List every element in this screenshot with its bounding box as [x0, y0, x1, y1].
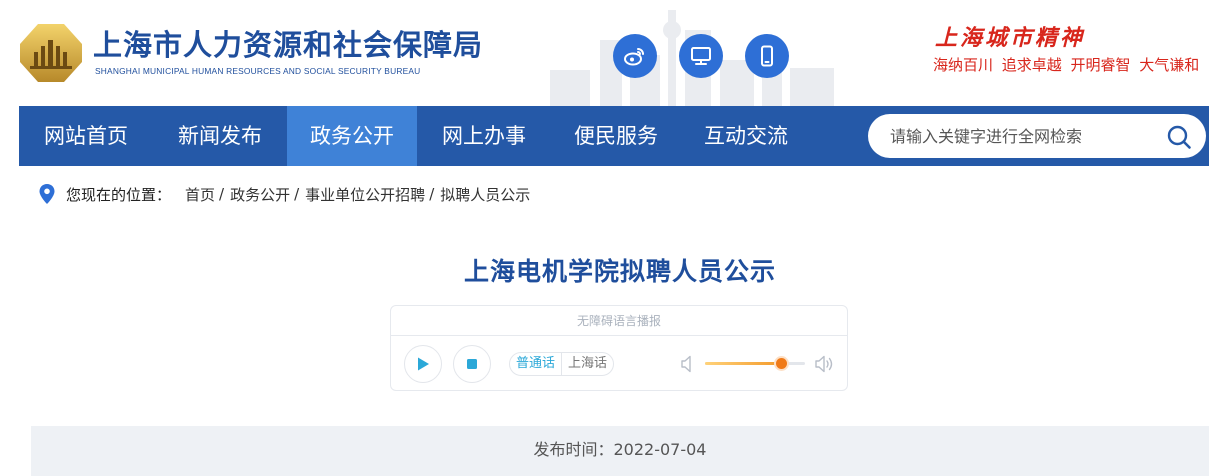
breadcrumb-home[interactable]: 首页: [185, 184, 215, 205]
breadcrumb-government-affairs[interactable]: 政务公开: [230, 184, 290, 205]
desktop-button[interactable]: [679, 34, 723, 78]
breadcrumb-separator: /: [429, 185, 435, 203]
main-nav: 网站首页 新闻发布 政务公开 网上办事 便民服务 互动交流: [19, 106, 1209, 166]
search-input[interactable]: [890, 114, 1150, 158]
stop-icon: [467, 359, 477, 369]
mobile-icon: [761, 45, 773, 67]
bureau-logo-icon: [20, 24, 82, 82]
nav-item-news[interactable]: 新闻发布: [153, 106, 287, 166]
nav-item-online-services[interactable]: 网上办事: [417, 106, 551, 166]
breadcrumb-candidate-notice[interactable]: 拟聘人员公示: [440, 184, 530, 205]
search-box: [868, 114, 1206, 158]
nav-item-public-services[interactable]: 便民服务: [551, 106, 681, 166]
location-pin-icon: [39, 184, 55, 204]
nav-item-interaction[interactable]: 互动交流: [681, 106, 811, 166]
breadcrumb-separator: /: [294, 185, 300, 203]
weibo-icon: [624, 48, 644, 66]
volume-high-icon: [815, 355, 833, 373]
breadcrumb-public-recruitment[interactable]: 事业单位公开招聘: [305, 184, 425, 205]
stop-button[interactable]: [453, 345, 491, 383]
volume-knob[interactable]: [776, 358, 787, 369]
breadcrumb-separator: /: [219, 185, 225, 203]
play-button[interactable]: [404, 345, 442, 383]
lang-option-mandarin[interactable]: 普通话: [510, 353, 563, 375]
city-spirit-title: 上海城市精神: [935, 25, 1086, 51]
nav-item-home[interactable]: 网站首页: [19, 106, 153, 166]
publish-info-bar: 发布时间：2022-07-04: [31, 426, 1209, 476]
accessibility-audio-player: 无障碍语言播报 普通话 上海话: [390, 305, 848, 391]
site-name-english: SHANGHAI MUNICIPAL HUMAN RESOURCES AND S…: [95, 66, 421, 76]
weibo-button[interactable]: [613, 34, 657, 78]
play-icon: [418, 357, 429, 371]
mobile-button[interactable]: [745, 34, 789, 78]
site-name: 上海市人力资源和社会保障局: [93, 28, 484, 62]
lang-option-shanghainese[interactable]: 上海话: [562, 353, 613, 375]
volume-level: [705, 362, 781, 365]
volume-low-icon: [681, 355, 691, 373]
player-header: 无障碍语言播报: [391, 306, 847, 336]
article-title: 上海电机学院拟聘人员公示: [463, 257, 776, 286]
nav-item-government-affairs[interactable]: 政务公开: [287, 106, 417, 166]
city-spirit-slogan: 海纳百川 追求卓越 开明睿智 大气谦和: [933, 56, 1200, 74]
publish-time: 发布时间：2022-07-04: [533, 440, 707, 459]
search-icon[interactable]: [1166, 124, 1192, 150]
dialect-selector: 普通话 上海话: [509, 352, 615, 376]
site-header: 上海市人力资源和社会保障局 SHANGHAI MUNICIPAL HUMAN R…: [0, 0, 1209, 106]
desktop-icon: [691, 47, 711, 65]
volume-slider[interactable]: [705, 358, 805, 369]
breadcrumb: 您现在的位置： 首页 / 政务公开 / 事业单位公开招聘 / 拟聘人员公示: [38, 182, 530, 206]
breadcrumb-label: 您现在的位置：: [66, 185, 172, 204]
